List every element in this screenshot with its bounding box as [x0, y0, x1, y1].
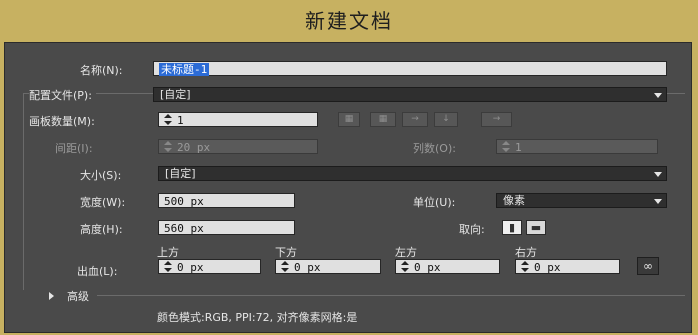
group-box-left	[23, 93, 24, 290]
profile-select-value: [自定]	[160, 88, 191, 101]
chevron-down-icon	[654, 93, 662, 98]
bleed-label: 出血(L):	[77, 265, 118, 278]
advanced-divider	[97, 295, 685, 296]
stepper-icon[interactable]	[519, 260, 531, 273]
grid-by-column-icon[interactable]: ▦	[370, 112, 396, 127]
size-select[interactable]: [自定]	[158, 166, 667, 181]
arrange-by-column-icon[interactable]: ↓	[434, 112, 458, 127]
stepper-icon[interactable]	[162, 140, 174, 153]
spacing-value: 20 px	[177, 141, 211, 154]
bleed-left-value: 0 px	[414, 261, 441, 274]
bleed-right-value: 0 px	[534, 261, 561, 274]
dialog-panel: 名称(N): 未标题-1 配置文件(P): [自定] 画板数量(M): 1 ▦ …	[4, 42, 692, 333]
name-field-value: 未标题-1	[159, 63, 210, 76]
orientation-label: 取向:	[459, 223, 485, 236]
profile-label: 配置文件(P):	[29, 87, 96, 103]
arrange-by-row-icon[interactable]: →	[402, 112, 428, 127]
columns-label: 列数(O):	[413, 142, 456, 155]
grid-by-row-icon[interactable]: ▦	[338, 112, 360, 127]
chevron-down-icon	[654, 199, 662, 204]
bleed-top-value: 0 px	[177, 261, 204, 274]
portrait-icon[interactable]: ▮	[502, 220, 522, 235]
expand-triangle-icon[interactable]	[49, 292, 54, 300]
artboards-value: 1	[177, 114, 184, 127]
spacing-label: 间距(I):	[55, 142, 93, 155]
name-field[interactable]: 未标题-1	[153, 61, 667, 76]
bleed-bottom-label: 下方	[275, 246, 297, 259]
bleed-bottom-field[interactable]: 0 px	[275, 259, 381, 274]
profile-select[interactable]: [自定]	[153, 87, 667, 102]
stepper-icon[interactable]	[162, 113, 174, 126]
units-label: 单位(U):	[413, 196, 456, 209]
spacing-field[interactable]: 20 px	[158, 139, 318, 154]
height-field[interactable]: 560 px	[158, 220, 295, 235]
height-label: 高度(H):	[80, 223, 123, 236]
bleed-top-field[interactable]: 0 px	[158, 259, 261, 274]
stepper-icon[interactable]	[399, 260, 411, 273]
bleed-right-field[interactable]: 0 px	[515, 259, 620, 274]
stepper-icon[interactable]	[279, 260, 291, 273]
columns-field[interactable]: 1	[496, 139, 658, 154]
width-field[interactable]: 500 px	[158, 193, 295, 208]
stepper-icon[interactable]	[162, 260, 174, 273]
bleed-right-label: 右方	[515, 246, 537, 259]
height-value: 560 px	[164, 222, 204, 235]
width-value: 500 px	[164, 195, 204, 208]
size-select-value: [自定]	[165, 167, 196, 180]
right-to-left-icon[interactable]: →	[481, 112, 512, 127]
columns-value: 1	[515, 141, 522, 154]
chevron-down-icon	[654, 172, 662, 177]
units-select-value: 像素	[503, 194, 525, 207]
artboards-label: 画板数量(M):	[29, 115, 95, 128]
name-label: 名称(N):	[80, 64, 123, 77]
bleed-bottom-value: 0 px	[294, 261, 321, 274]
landscape-icon[interactable]: ▬	[526, 220, 546, 235]
units-select[interactable]: 像素	[496, 193, 667, 208]
bleed-left-label: 左方	[395, 246, 417, 259]
artboards-field[interactable]: 1	[158, 112, 318, 127]
bleed-left-field[interactable]: 0 px	[395, 259, 500, 274]
stepper-icon[interactable]	[500, 140, 512, 153]
dialog-title: 新建文档	[305, 9, 393, 33]
summary-text: 颜色模式:RGB, PPI:72, 对齐像素网格:是	[157, 311, 358, 324]
size-label: 大小(S):	[80, 169, 122, 182]
advanced-toggle[interactable]: 高级	[67, 288, 89, 304]
link-icon[interactable]: ∞	[637, 257, 659, 275]
new-document-dialog: 新建文档 名称(N): 未标题-1 配置文件(P): [自定] 画板数量(M):…	[0, 0, 698, 335]
bleed-top-label: 上方	[157, 246, 179, 259]
width-label: 宽度(W):	[80, 196, 126, 209]
